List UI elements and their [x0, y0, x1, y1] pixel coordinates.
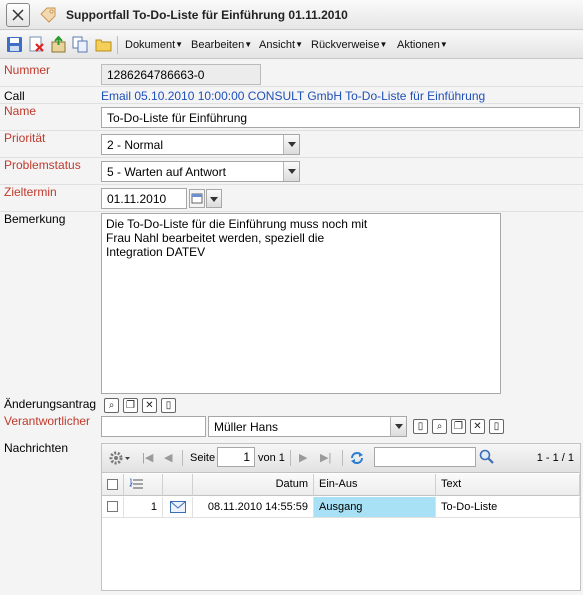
search-icon[interactable]: ⌕	[104, 398, 119, 413]
problemstatus-label: Problemstatus	[4, 158, 81, 172]
email-icon	[163, 497, 193, 518]
chevron-down-icon[interactable]	[390, 417, 406, 436]
nummer-label: Nummer	[4, 63, 51, 77]
delete-document-icon[interactable]	[28, 36, 45, 53]
menu-rueckverweise[interactable]: Rückverweise▼	[311, 39, 387, 51]
chevron-down-icon[interactable]	[283, 162, 299, 181]
copy-icon[interactable]: ❐	[123, 398, 138, 413]
title-bar: Supportfall To-Do-Liste für Einführung 0…	[0, 0, 583, 30]
page-label: Seite	[190, 452, 216, 464]
menu-aktionen[interactable]: Aktionen▼	[397, 39, 448, 51]
bemerkung-label: Bemerkung	[4, 212, 66, 226]
remove-icon[interactable]: ✕	[470, 419, 485, 434]
prioritaet-label: Priorität	[4, 131, 46, 145]
row-number-icon[interactable]	[124, 474, 163, 496]
zieltermin-label: Zieltermin	[4, 185, 57, 199]
first-page-icon[interactable]: |◀	[142, 451, 153, 464]
grid-toolbar: |◀ ◀ Seite 1 von 1 ▶ ▶| 1 - 1 / 1	[102, 444, 580, 473]
grid-toolbar-separator	[290, 450, 291, 466]
last-page-icon[interactable]: ▶|	[320, 451, 331, 464]
grid-toolbar-separator	[342, 450, 343, 466]
row-number: 1	[124, 497, 163, 518]
prioritaet-select[interactable]: 2 - Normal	[101, 134, 300, 155]
remove-icon[interactable]: ✕	[142, 398, 157, 413]
copy-icon[interactable]: ❐	[451, 419, 466, 434]
grid-range-label: 1 - 1 / 1	[536, 452, 574, 464]
aenderungsantrag-label: Änderungsantrag	[4, 397, 97, 411]
close-icon[interactable]	[6, 3, 30, 27]
name-input[interactable]: To-Do-Liste für Einführung	[101, 107, 580, 128]
problemstatus-value: 5 - Warten auf Antwort	[107, 165, 226, 179]
row-checkbox[interactable]	[102, 497, 124, 518]
select-all-checkbox[interactable]	[102, 474, 124, 496]
chevron-down-icon[interactable]	[283, 135, 299, 154]
folder-icon[interactable]	[95, 36, 112, 53]
page-total-label: von 1	[258, 452, 285, 464]
document-icon[interactable]: ▯	[413, 419, 428, 434]
toolbar: Dokument▼ Bearbeiten▼ Ansicht▼ Rückverwe…	[0, 31, 583, 59]
grid-search-input[interactable]	[374, 447, 476, 467]
previous-page-icon[interactable]: ◀	[164, 451, 172, 464]
calendar-icon[interactable]	[189, 189, 205, 208]
window-title: Supportfall To-Do-Liste für Einführung 0…	[66, 8, 348, 22]
tag-icon	[38, 5, 58, 25]
document-icon[interactable]: ▯	[161, 398, 176, 413]
verantwortlicher-value: Müller Hans	[214, 420, 279, 434]
cell-ein-aus[interactable]: Ausgang	[314, 497, 436, 518]
bemerkung-textarea[interactable]: Die To-Do-Liste für die Einführung muss …	[101, 213, 501, 394]
search-icon[interactable]: ⌕	[432, 419, 447, 434]
verantwortlicher-label: Verantwortlicher	[4, 414, 91, 428]
next-page-icon[interactable]: ▶	[299, 451, 307, 464]
bemerkung-line: Frau Nahl bearbeitet werden, speziell di…	[106, 231, 325, 245]
nachrichten-grid: |◀ ◀ Seite 1 von 1 ▶ ▶| 1 - 1 / 1 Datum …	[101, 443, 581, 591]
cell-datum[interactable]: 08.11.2010 14:55:59	[193, 497, 314, 518]
name-label: Name	[4, 104, 37, 118]
column-header-ein-aus[interactable]: Ein-Aus	[314, 474, 436, 496]
grid-toolbar-separator	[182, 450, 183, 466]
refresh-icon[interactable]	[348, 449, 366, 467]
page-input[interactable]: 1	[217, 447, 255, 467]
row-zieltermin: Zieltermin 01.11.2010	[0, 185, 583, 212]
row-name: Name To-Do-Liste für Einführung	[0, 104, 583, 131]
save-icon[interactable]	[6, 36, 23, 53]
search-icon[interactable]	[478, 448, 496, 466]
row-problemstatus: Problemstatus 5 - Warten auf Antwort	[0, 158, 583, 185]
column-header-text[interactable]: Text	[436, 474, 580, 496]
nachrichten-label: Nachrichten	[4, 441, 69, 455]
verantwortlicher-code-input[interactable]	[101, 416, 206, 437]
bemerkung-line: Die To-Do-Liste für die Einführung muss …	[106, 217, 368, 231]
bemerkung-line: Integration DATEV	[106, 245, 206, 259]
row-call: Call Email 05.10.2010 10:00:00 CONSULT G…	[0, 88, 583, 104]
column-header-datum[interactable]: Datum	[193, 474, 314, 496]
nummer-field: 1286264786663-0	[101, 64, 261, 85]
export-icon[interactable]	[50, 35, 67, 53]
date-dropdown-button[interactable]	[206, 189, 222, 208]
message-type-header	[163, 474, 193, 496]
verantwortlicher-select[interactable]: Müller Hans	[208, 416, 407, 437]
chevron-down-icon	[210, 197, 218, 202]
row-nummer: Nummer 1286264786663-0	[0, 60, 583, 87]
prioritaet-value: 2 - Normal	[107, 138, 164, 152]
toolbar-separator	[117, 36, 118, 54]
call-label: Call	[4, 89, 25, 103]
menu-bearbeiten[interactable]: Bearbeiten▼	[191, 39, 252, 51]
problemstatus-select[interactable]: 5 - Warten auf Antwort	[101, 161, 300, 182]
document-icon[interactable]: ▯	[489, 419, 504, 434]
menu-ansicht[interactable]: Ansicht▼	[259, 39, 303, 51]
gear-icon[interactable]	[108, 449, 132, 467]
zieltermin-input[interactable]: 01.11.2010	[101, 188, 187, 209]
cell-text[interactable]: To-Do-Liste	[436, 497, 580, 518]
row-prioritaet: Priorität 2 - Normal	[0, 131, 583, 158]
call-link[interactable]: Email 05.10.2010 10:00:00 CONSULT GmbH T…	[101, 89, 485, 103]
copy-icon[interactable]	[72, 36, 89, 53]
menu-dokument[interactable]: Dokument▼	[125, 39, 183, 51]
